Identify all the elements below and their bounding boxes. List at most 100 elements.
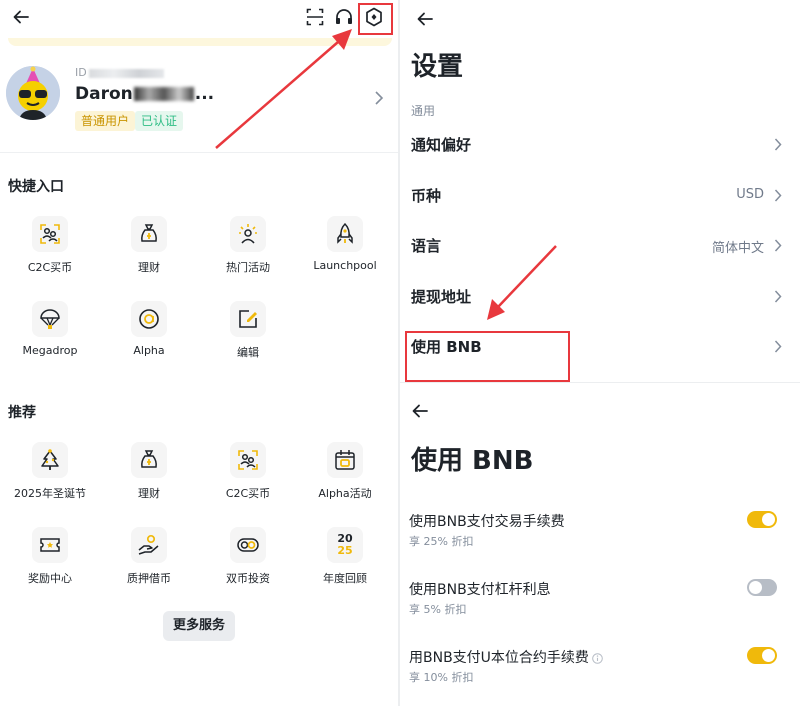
year-bottom-digits: 25	[337, 544, 353, 557]
rocket-icon	[327, 216, 363, 252]
profile-panel: ID Daron... 普通用户 已认证 快捷入口 C2C买币 理财 热门活动 …	[0, 0, 398, 706]
hot-activity-icon	[230, 216, 266, 252]
row-label: 通知偏好	[411, 136, 472, 154]
c2c-icon	[230, 442, 266, 478]
dual-coin-icon	[230, 527, 266, 563]
shortcut-edit[interactable]: 编辑	[199, 301, 297, 360]
divider	[0, 152, 398, 153]
tile-label: 奖励中心	[28, 572, 72, 585]
earn-bag-icon	[131, 216, 167, 252]
settings-row-currency[interactable]: 币种 USD	[400, 171, 800, 221]
option-margin-interest: 使用BNB支付杠杆利息 享 5% 折扣	[400, 579, 800, 635]
tile-label: Alpha	[133, 344, 165, 357]
ticket-icon	[32, 527, 68, 563]
recommended-christmas[interactable]: 2025年圣诞节	[1, 442, 99, 501]
christmas-tree-icon	[32, 442, 68, 478]
settings-title: 设置	[411, 52, 464, 82]
row-value: 简体中文	[711, 241, 764, 256]
headset-icon[interactable]	[334, 8, 354, 26]
recommended-dual-investment[interactable]: 双币投资	[199, 527, 297, 586]
tile-label: 理财	[138, 261, 160, 274]
row-label: 币种	[411, 187, 442, 205]
recommended-pledge-loan[interactable]: 质押借币	[100, 527, 198, 586]
shortcut-alpha[interactable]: Alpha	[100, 301, 198, 357]
settings-row-withdraw-address[interactable]: 提现地址	[400, 272, 800, 322]
tile-label: Launchpool	[313, 259, 377, 272]
toggle-knob	[749, 581, 762, 594]
more-services-button[interactable]: 更多服务	[163, 611, 235, 641]
uid-redacted	[88, 68, 164, 78]
settings-highlight-box	[358, 3, 393, 35]
alpha-icon	[131, 301, 167, 337]
tile-label: 双币投资	[226, 572, 270, 585]
row-label: 提现地址	[411, 288, 472, 306]
shortcut-megadrop[interactable]: Megadrop	[1, 301, 99, 357]
username-redacted	[133, 87, 194, 101]
chevron-right-icon	[774, 239, 782, 252]
option-usdm-futures-fee: 用BNB支付U本位合约手续费 享 10% 折扣	[400, 647, 800, 703]
profile-chevron-right-icon[interactable]	[374, 91, 384, 105]
tile-label: 2025年圣诞节	[14, 487, 86, 500]
tile-label: C2C买币	[27, 261, 73, 274]
option-label: 使用BNB支付交易手续费	[409, 514, 565, 530]
chevron-right-icon	[774, 189, 782, 202]
tile-label: 编辑	[237, 346, 259, 359]
option-trading-fee: 使用BNB支付交易手续费 享 25% 折扣	[400, 511, 800, 567]
tile-label: 热门活动	[226, 261, 270, 274]
back-arrow-icon[interactable]	[416, 10, 434, 28]
banner-strip	[8, 38, 392, 46]
scan-icon[interactable]	[306, 8, 324, 26]
use-bnb-highlight-box	[405, 331, 570, 382]
toggle-knob	[762, 649, 775, 662]
year-2025-icon: 20 25	[327, 527, 363, 563]
c2c-icon	[32, 216, 68, 252]
use-bnb-panel: 使用 BNB 使用BNB支付交易手续费 享 25% 折扣 使用BNB支付杠杆利息…	[400, 384, 800, 706]
use-bnb-title: 使用 BNB	[411, 446, 534, 476]
option-label: 用BNB支付U本位合约手续费	[409, 650, 589, 666]
chevron-right-icon	[774, 138, 782, 151]
tile-label: Alpha活动	[318, 487, 372, 500]
chevron-right-icon	[774, 290, 782, 303]
earn-bag-icon	[131, 442, 167, 478]
recommended-alpha-activity[interactable]: Alpha活动	[296, 442, 394, 501]
margin-interest-toggle[interactable]	[747, 579, 777, 596]
option-discount: 享 25% 折扣	[409, 535, 474, 548]
tile-label: 质押借币	[127, 572, 171, 585]
usdm-futures-fee-toggle[interactable]	[747, 647, 777, 664]
shortcut-c2c[interactable]: C2C买币	[1, 216, 99, 275]
shortcuts-title: 快捷入口	[8, 179, 64, 195]
chevron-right-icon	[774, 340, 782, 353]
tile-label: C2C买币	[225, 487, 271, 500]
pledge-hand-icon	[131, 527, 167, 563]
option-label: 使用BNB支付杠杆利息	[409, 582, 551, 598]
row-label: 语言	[411, 237, 442, 255]
parachute-icon	[32, 301, 68, 337]
divider	[400, 382, 800, 383]
settings-panel: 设置 通用 通知偏好 币种 USD 语言 简体中文 提现地址 使用 BNB	[400, 0, 800, 384]
back-arrow-icon[interactable]	[12, 8, 30, 26]
recommended-earn[interactable]: 理财	[100, 442, 198, 501]
option-discount: 享 5% 折扣	[409, 603, 467, 616]
user-level-badge: 普通用户	[75, 111, 136, 131]
settings-group-label: 通用	[411, 104, 436, 118]
recommended-year-review[interactable]: 20 25 年度回顾	[296, 527, 394, 586]
settings-row-language[interactable]: 语言 简体中文	[400, 221, 800, 271]
shortcut-launchpool[interactable]: Launchpool	[296, 216, 394, 272]
trading-fee-toggle[interactable]	[747, 511, 777, 528]
recommended-title: 推荐	[8, 405, 36, 421]
shortcut-hot-activity[interactable]: 热门活动	[199, 216, 297, 275]
avatar[interactable]	[6, 66, 60, 120]
option-label-wrap: 用BNB支付U本位合约手续费	[409, 647, 603, 667]
username: Daron...	[75, 84, 215, 104]
recommended-rewards[interactable]: 奖励中心	[1, 527, 99, 586]
settings-row-notifications[interactable]: 通知偏好	[400, 120, 800, 170]
tile-label: 理财	[138, 487, 160, 500]
info-icon[interactable]	[592, 652, 603, 664]
edit-icon	[230, 301, 266, 337]
recommended-c2c[interactable]: C2C买币	[199, 442, 297, 501]
tile-label: Megadrop	[22, 344, 78, 357]
row-value: USD	[736, 187, 764, 202]
back-arrow-icon[interactable]	[411, 402, 429, 420]
toggle-knob	[762, 513, 775, 526]
shortcut-earn[interactable]: 理财	[100, 216, 198, 275]
